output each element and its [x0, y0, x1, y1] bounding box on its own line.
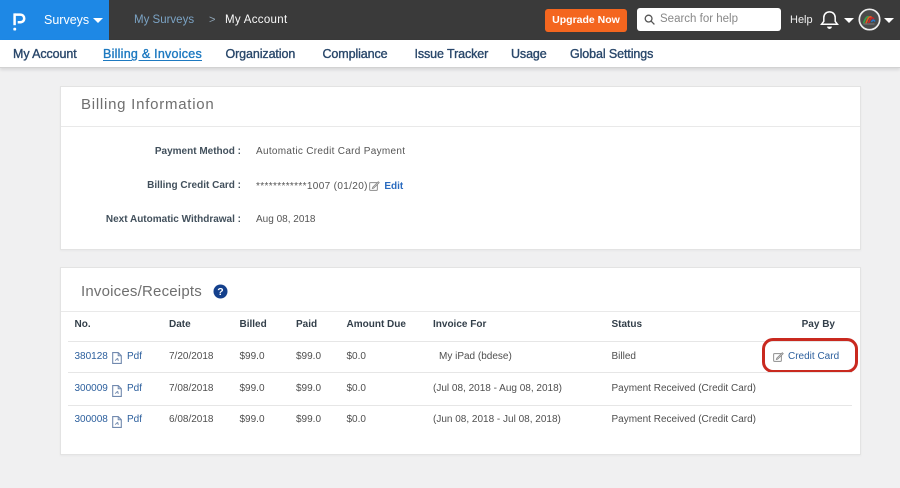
svg-text:?: ? [217, 286, 223, 298]
